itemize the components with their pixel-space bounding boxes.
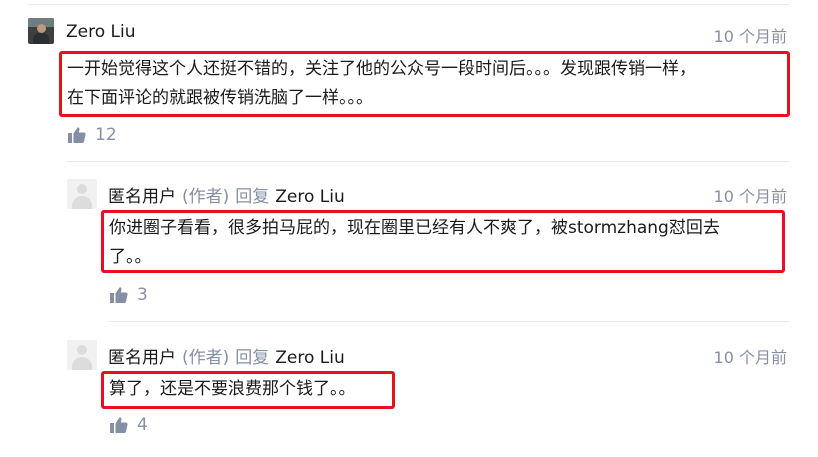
reply-word: 回复 bbox=[235, 187, 270, 207]
reply-author[interactable]: 匿名用户 bbox=[108, 343, 176, 368]
reply-divider bbox=[108, 321, 790, 322]
like-count: 3 bbox=[137, 285, 148, 305]
like-button[interactable]: 4 bbox=[110, 415, 148, 435]
reply-meta: 匿名用户 (作者) 回复 Zero Liu bbox=[108, 343, 345, 368]
avatar[interactable] bbox=[67, 340, 97, 370]
avatar[interactable] bbox=[28, 18, 54, 44]
reply-text-line: 了。。 bbox=[109, 247, 152, 267]
thumbs-up-icon bbox=[68, 127, 86, 143]
reply-time: 10 个月前 bbox=[713, 187, 787, 206]
like-button[interactable]: 12 bbox=[68, 125, 117, 145]
reply-time: 10 个月前 bbox=[713, 348, 787, 367]
reply-target[interactable]: Zero Liu bbox=[275, 348, 345, 368]
reply-meta: 匿名用户 (作者) 回复 Zero Liu bbox=[108, 182, 345, 207]
thumbs-up-icon bbox=[110, 417, 128, 433]
like-button[interactable]: 3 bbox=[110, 285, 148, 305]
top-divider bbox=[28, 4, 790, 5]
reply-text: 算了，还是不要浪费那个钱了。。 bbox=[109, 375, 356, 404]
comment-text: 一开始觉得这个人还挺不错的，关注了他的公众号一段时间后。。。发现跟传销一样， 在… bbox=[67, 55, 696, 113]
author-tag: (作者) bbox=[182, 348, 230, 368]
reply-text: 你进圈子看看，很多拍马屁的，现在圈里已经有人不爽了，被stormzhang怼回去… bbox=[109, 214, 720, 272]
like-count: 4 bbox=[137, 415, 148, 435]
avatar[interactable] bbox=[67, 179, 97, 209]
reply-author[interactable]: 匿名用户 bbox=[108, 182, 176, 207]
comment-author[interactable]: Zero Liu bbox=[66, 22, 136, 42]
reply-word: 回复 bbox=[235, 348, 270, 368]
reply-target[interactable]: Zero Liu bbox=[275, 187, 345, 207]
like-count: 12 bbox=[95, 125, 117, 145]
comment-divider bbox=[66, 161, 790, 162]
thumbs-up-icon bbox=[110, 287, 128, 303]
comment-text-line: 一开始觉得这个人还挺不错的，关注了他的公众号一段时间后。。。发现跟传销一样， bbox=[67, 59, 696, 79]
reply-text-line: 算了，还是不要浪费那个钱了。。 bbox=[109, 379, 356, 399]
comment-text-line: 在下面评论的就跟被传销洗脑了一样。。。 bbox=[67, 88, 373, 108]
reply-text-line: 你进圈子看看，很多拍马屁的，现在圈里已经有人不爽了，被stormzhang怼回去 bbox=[109, 218, 720, 238]
comment-time: 10 个月前 bbox=[713, 27, 787, 46]
author-tag: (作者) bbox=[182, 187, 230, 207]
